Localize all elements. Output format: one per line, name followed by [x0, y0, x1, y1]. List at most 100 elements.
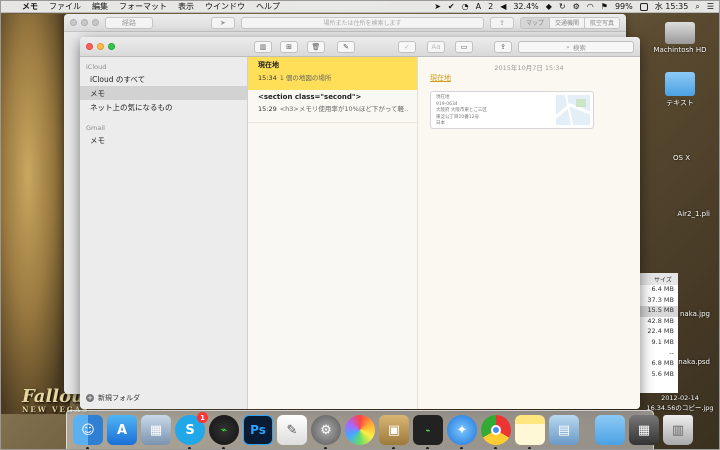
desktop-icon-hd[interactable]: Machintosh HD [640, 22, 720, 54]
add-photo-button[interactable]: ▭ [455, 41, 473, 53]
checklist-button[interactable]: ✓ [398, 41, 416, 53]
hard-drive-icon [665, 22, 695, 44]
new-folder-button[interactable]: + 新規フォルダ [86, 393, 140, 403]
sidebar-toggle-button[interactable]: ▥ [254, 41, 272, 53]
map-attachment[interactable]: 現在地 919-0634 大阪府 大阪市東とご三区 東淀公丁目10番12号 日本 [430, 91, 594, 129]
close-icon[interactable] [86, 43, 93, 50]
app-store-icon[interactable]: A [107, 415, 137, 445]
note-date: 2015年10月7日 15:34 [494, 64, 564, 72]
sidebar-item-icloud-all[interactable]: iCloud のすべて [80, 72, 247, 86]
dock: ☺ A ▦ S1 ⌁ Ps ✎ ⚙ ▣ ⌁ ✦ ▤ ▦ ▥ [66, 410, 693, 450]
list-item[interactable]: 現在地 15:34 1 個の地図の場所 [248, 57, 417, 90]
current-location-button[interactable]: ➤ [211, 16, 235, 29]
safari-icon[interactable]: ✦ [447, 415, 477, 450]
trash-icon[interactable]: ▥ [663, 415, 693, 445]
dropbox-icon[interactable]: ◆ [546, 2, 552, 11]
map-mode-segments: マップ 交通機関 航空写真 [519, 16, 620, 29]
note-preview: 15:34 1 個の地図の場所 [258, 74, 332, 82]
minimize-icon[interactable] [81, 19, 88, 26]
volume-icon[interactable]: ◀ [500, 2, 506, 11]
maps-search-input[interactable]: 場所または住所を検索します [240, 16, 485, 29]
menu-file[interactable]: ファイル [49, 1, 81, 12]
note-title: 現在地 [258, 61, 279, 69]
menu-window[interactable]: ウインドウ [205, 1, 245, 12]
check-icon[interactable]: ✔ [448, 2, 455, 11]
map-address: 現在地 919-0634 大阪府 大阪市東とご三区 東淀公丁目10番12号 日本 [436, 95, 487, 126]
folder-icon[interactable] [595, 415, 625, 445]
image-capture-icon[interactable]: ▤ [549, 415, 579, 445]
desktop-icons: Machintosh HD テキスト OS X Air2_1.pli naka.… [640, 14, 720, 414]
menu-list-icon[interactable]: ☰ [707, 2, 714, 11]
sync-icon[interactable]: ↻ [559, 2, 566, 11]
flag-icon[interactable]: ⚑ [601, 2, 608, 11]
delete-button[interactable]: 🗑 [307, 41, 325, 53]
gear-icon[interactable]: ⚙ [573, 2, 580, 11]
directions-button[interactable]: 経路 [105, 16, 153, 29]
tab-map[interactable]: マップ [520, 17, 549, 28]
notes-app-icon[interactable] [515, 415, 545, 450]
finder-icon[interactable]: ☺ [73, 415, 103, 450]
notes-traffic-lights [86, 43, 115, 50]
sidebar-item-notes[interactable]: メモ [80, 86, 247, 100]
downloads-stack-icon[interactable]: ▦ [629, 415, 659, 445]
adobe-count: 2 [488, 2, 494, 11]
zoom-icon[interactable] [92, 19, 99, 26]
archive-utility-icon[interactable]: ▣ [379, 415, 409, 450]
list-item[interactable]: <section class="second"> 15:29 <h3>メモリ使用率… [248, 90, 417, 123]
map-thumbnail [556, 95, 590, 125]
note-preview: 15:29 <h3>メモリ使用率が10%ほど下がって軽… [258, 105, 409, 113]
close-icon[interactable] [70, 19, 77, 26]
notes-toolbar: ▥ ⊞ 🗑 ✎ ✓ Aa ▭ ⇪ ⌕ 検索 [80, 37, 640, 57]
terminal-icon[interactable]: ⌁ [413, 415, 443, 450]
menu-edit[interactable]: 編集 [92, 1, 108, 12]
activity-monitor-icon[interactable]: ⌁ [209, 415, 239, 450]
sidebar-item-gmail-notes[interactable]: メモ [80, 133, 247, 147]
zoom-icon[interactable] [108, 43, 115, 50]
desktop-icon-text-folder[interactable]: テキスト [640, 72, 720, 108]
desktop-icon-screenshot[interactable]: 2012-02-14 16.34.56のコピー.jpg [640, 394, 720, 412]
format-button[interactable]: Aa [427, 41, 445, 53]
wifi-icon[interactable]: ◠ [587, 2, 594, 11]
tab-satellite[interactable]: 航空写真 [583, 17, 619, 28]
desktop-icon-osx[interactable]: OS X [640, 154, 720, 162]
battery-icon[interactable] [639, 2, 648, 11]
note-heading-link[interactable]: 現在地 [430, 73, 451, 83]
skype-icon[interactable]: S1 [175, 412, 208, 450]
photos-icon[interactable] [345, 415, 375, 445]
textedit-icon[interactable]: ✎ [277, 415, 307, 445]
minimize-icon[interactable] [97, 43, 104, 50]
folder-icon [665, 72, 695, 96]
chrome-icon[interactable] [481, 415, 511, 450]
adobe-icon[interactable]: A [476, 2, 481, 11]
volume-percent: 32.4% [513, 2, 539, 11]
search-icon: ⌕ [566, 42, 570, 51]
share-button[interactable]: ⇪ [494, 41, 512, 53]
new-note-button[interactable]: ✎ [337, 41, 355, 53]
menu-view[interactable]: 表示 [178, 1, 194, 12]
desktop-icon-psd[interactable]: naka.psd [640, 358, 720, 366]
battery-percent: 99% [614, 2, 633, 11]
clock-icon[interactable]: ◔ [462, 2, 469, 11]
notes-search-input[interactable]: ⌕ 検索 [518, 41, 634, 53]
menu-app-name[interactable]: メモ [22, 1, 38, 12]
folders-sidebar: iCloud iCloud のすべて メモ ネット上の気になるもの Gmail … [80, 57, 248, 409]
desktop-icon-air2[interactable]: Air2_1.pli [640, 210, 720, 218]
desktop-icon-jpg[interactable]: naka.jpg [640, 310, 720, 318]
preview-icon[interactable]: ▦ [141, 415, 171, 445]
desktop-wallpaper [0, 14, 70, 414]
location-icon[interactable]: ➤ [434, 2, 441, 11]
search-icon[interactable]: ⌕ [695, 2, 699, 12]
notes-body: iCloud iCloud のすべて メモ ネット上の気になるもの Gmail … [80, 57, 640, 409]
maps-traffic-lights [70, 19, 99, 26]
clock-text[interactable]: 水 15:35 [655, 1, 689, 12]
tab-transit[interactable]: 交通機関 [548, 17, 584, 28]
photoshop-icon[interactable]: Ps [243, 415, 273, 445]
note-editor[interactable]: 2015年10月7日 15:34 現在地 現在地 919-0634 大阪府 大阪… [418, 57, 640, 409]
menu-help[interactable]: ヘルプ [256, 1, 280, 12]
sidebar-item-web-favorites[interactable]: ネット上の気になるもの [80, 100, 247, 114]
notes-window: ▥ ⊞ 🗑 ✎ ✓ Aa ▭ ⇪ ⌕ 検索 iCloud iCloud のすべて… [80, 37, 640, 409]
share-icon[interactable]: ⇪ [490, 16, 514, 29]
attachments-button[interactable]: ⊞ [280, 41, 298, 53]
system-preferences-icon[interactable]: ⚙ [311, 415, 341, 450]
menu-format[interactable]: フォーマット [119, 1, 167, 12]
